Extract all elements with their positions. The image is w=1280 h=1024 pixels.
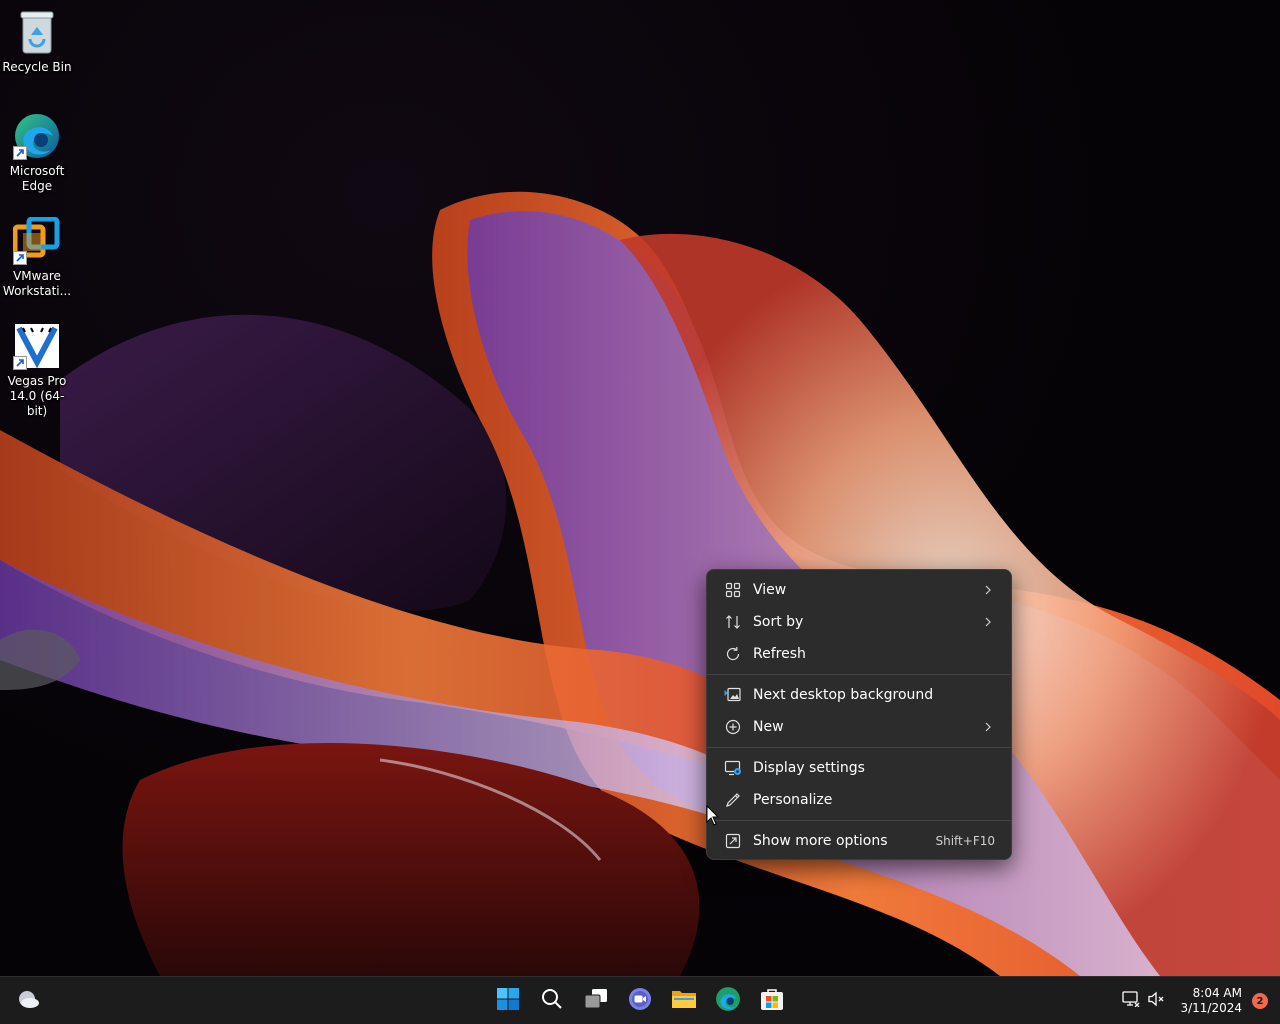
menu-item-label: New xyxy=(753,719,784,735)
menu-separator xyxy=(707,674,1011,675)
file-explorer-button[interactable] xyxy=(664,981,704,1021)
task-view-icon xyxy=(584,988,608,1014)
vegas-pro-icon xyxy=(13,322,61,370)
desktop-icon-recycle-bin[interactable]: Recycle Bin xyxy=(2,8,72,75)
edge-icon xyxy=(13,112,61,160)
next-background-icon xyxy=(723,685,743,705)
menu-separator xyxy=(707,820,1011,821)
menu-item-label: Personalize xyxy=(753,792,833,808)
windows-start-icon xyxy=(496,987,520,1015)
desktop-context-menu: View Sort by Refresh Next desktop backgr… xyxy=(706,569,1012,860)
task-view-button[interactable] xyxy=(576,981,616,1021)
desktop-wallpaper xyxy=(0,0,1280,976)
mouse-cursor-icon xyxy=(706,805,720,826)
menu-item-refresh[interactable]: Refresh xyxy=(711,638,1007,670)
volume-button[interactable] xyxy=(1145,989,1169,1013)
teams-chat-icon xyxy=(628,987,652,1015)
new-plus-icon xyxy=(723,717,743,737)
start-button[interactable] xyxy=(488,981,528,1021)
desktop-icon-label: Vegas Pro 14.0 (64-bit) xyxy=(7,374,67,418)
taskbar: 8:04 AM 3/11/2024 2 xyxy=(0,976,1280,1024)
menu-item-sort-by[interactable]: Sort by xyxy=(711,606,1007,638)
search-icon xyxy=(541,988,563,1014)
recycle-bin-icon xyxy=(13,8,61,56)
desktop-icon-label: Recycle Bin xyxy=(2,60,72,74)
weather-cloud-icon xyxy=(15,988,41,1014)
desktop-icon-label: Microsoft Edge xyxy=(9,164,65,193)
network-icon xyxy=(1122,991,1140,1011)
grid-view-icon xyxy=(723,580,743,600)
desktop-icon-microsoft-edge[interactable]: Microsoft Edge xyxy=(2,112,72,194)
menu-item-label: View xyxy=(753,582,787,598)
taskbar-clock[interactable]: 8:04 AM 3/11/2024 xyxy=(1180,986,1242,1016)
taskbar-pinned-apps xyxy=(486,979,794,1023)
refresh-icon xyxy=(723,644,743,664)
microsoft-store-button[interactable] xyxy=(752,981,792,1021)
store-icon xyxy=(760,987,784,1015)
keyboard-shortcut: Shift+F10 xyxy=(935,834,995,848)
display-settings-icon xyxy=(723,758,743,778)
menu-item-label: Display settings xyxy=(753,760,865,776)
chevron-right-icon xyxy=(981,583,995,597)
chevron-right-icon xyxy=(981,615,995,629)
menu-item-label: Next desktop background xyxy=(753,687,934,703)
volume-muted-icon xyxy=(1148,991,1166,1011)
menu-item-next-desktop-background[interactable]: Next desktop background xyxy=(711,679,1007,711)
edge-icon xyxy=(715,986,741,1016)
sort-icon xyxy=(723,612,743,632)
system-tray: 8:04 AM 3/11/2024 2 xyxy=(1118,977,1280,1024)
menu-separator xyxy=(707,747,1011,748)
folder-icon xyxy=(671,988,697,1014)
widgets-button[interactable] xyxy=(14,987,42,1015)
menu-item-display-settings[interactable]: Display settings xyxy=(711,752,1007,784)
menu-item-view[interactable]: View xyxy=(711,574,1007,606)
chevron-right-icon xyxy=(981,720,995,734)
menu-item-personalize[interactable]: Personalize xyxy=(711,784,1007,816)
menu-item-show-more-options[interactable]: Show more options Shift+F10 xyxy=(711,825,1007,857)
network-button[interactable] xyxy=(1119,989,1143,1013)
menu-item-label: Show more options xyxy=(753,833,888,849)
wallpaper-artwork xyxy=(0,191,1280,976)
menu-item-label: Refresh xyxy=(753,646,806,662)
pen-icon xyxy=(723,790,743,810)
desktop-icon-vegas-pro[interactable]: Vegas Pro 14.0 (64-bit) xyxy=(2,322,72,419)
clock-time: 8:04 AM xyxy=(1192,986,1242,1000)
taskbar-edge-button[interactable] xyxy=(708,981,748,1021)
vmware-icon xyxy=(13,217,61,265)
menu-item-new[interactable]: New xyxy=(711,711,1007,743)
show-more-icon xyxy=(723,831,743,851)
desktop-icon-vmware-workstation[interactable]: VMware Workstati... xyxy=(2,217,72,299)
clock-date: 3/11/2024 xyxy=(1180,1001,1242,1015)
shortcut-arrow-icon xyxy=(13,251,27,265)
search-button[interactable] xyxy=(532,981,572,1021)
desktop-icon-label: VMware Workstati... xyxy=(2,269,72,298)
shortcut-arrow-icon xyxy=(13,146,27,160)
notification-count-badge[interactable]: 2 xyxy=(1252,993,1268,1009)
shortcut-arrow-icon xyxy=(13,356,27,370)
menu-item-label: Sort by xyxy=(753,614,804,630)
chat-button[interactable] xyxy=(620,981,660,1021)
